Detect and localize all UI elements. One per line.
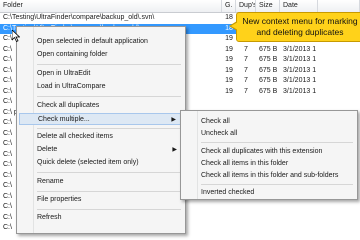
dups-cell: [236, 223, 256, 233]
column-header-date[interactable]: Date: [280, 0, 318, 12]
menu-item-open-default-app[interactable]: Open selected in default application: [35, 36, 183, 48]
menu-item-check-multiple[interactable]: Check multiple... ▶: [19, 113, 183, 125]
menu-separator: [37, 96, 181, 97]
menu-separator: [37, 209, 181, 210]
mouse-cursor-icon: [12, 30, 20, 42]
submenu-separator: [201, 142, 353, 143]
menu-separator: [37, 128, 181, 129]
submenu-arrow-icon: ▶: [172, 147, 177, 153]
column-header-dups[interactable]: Dup's: [236, 0, 256, 12]
size-cell: [256, 97, 280, 107]
menu-item-open-ultraedit[interactable]: Open in UltraEdit: [35, 68, 183, 80]
group-cell: [222, 213, 236, 223]
submenu-item-check-folder[interactable]: Check all items in this folder: [201, 158, 288, 169]
date-cell: [280, 202, 318, 212]
dups-cell: 7: [244, 45, 248, 53]
size-cell: 675 B: [259, 87, 278, 95]
date-cell: [280, 223, 318, 233]
size-cell: 675 B: [259, 77, 278, 84]
submenu-item-uncheck-all[interactable]: Uncheck all: [201, 128, 237, 139]
folder-cell: C:\Testing\UltraFinder\compare\backup_ol…: [3, 14, 155, 21]
submenu-item-check-by-extension[interactable]: Check all duplicates with this extension: [201, 146, 322, 157]
date-cell: [280, 213, 318, 223]
menu-separator: [37, 191, 181, 192]
menu-item-rename[interactable]: Rename: [35, 176, 183, 188]
submenu-item-inverted-checked[interactable]: Inverted checked: [201, 187, 254, 198]
context-menu: Open selected in default application Ope…: [16, 26, 186, 234]
date-cell: [280, 97, 318, 107]
group-cell: 19: [225, 35, 233, 42]
dups-cell: 7: [244, 77, 248, 84]
callout-tooltip: New context menu for marking and deletin…: [229, 12, 360, 42]
date-cell: 3/1/2013 1: [283, 87, 317, 95]
menu-item-check-multiple-label: Check multiple...: [38, 116, 90, 123]
menu-item-delete-label: Delete: [37, 146, 58, 153]
column-header-folder[interactable]: Folder: [0, 0, 222, 12]
size-cell: [256, 223, 280, 233]
size-cell: 675 B: [259, 45, 278, 53]
dups-cell: [236, 202, 256, 212]
dups-cell: [236, 213, 256, 223]
group-cell: 19: [225, 66, 233, 74]
check-multiple-submenu: Check all Uncheck all Check all duplicat…: [180, 110, 358, 200]
group-cell: 19: [225, 56, 233, 63]
group-cell: [222, 223, 236, 233]
menu-separator: [37, 172, 181, 173]
menu-item-check-all-duplicates[interactable]: Check all duplicates: [35, 100, 183, 112]
dups-cell: 7: [244, 66, 248, 74]
dups-cell: 7: [244, 56, 248, 63]
size-cell: [256, 213, 280, 223]
submenu-gutter: [181, 111, 198, 199]
date-cell: 3/1/2013 1: [283, 56, 317, 63]
menu-item-file-properties[interactable]: File properties: [35, 194, 183, 206]
size-cell: [256, 202, 280, 212]
menu-item-open-containing-folder[interactable]: Open containing folder: [35, 49, 183, 61]
group-cell: 19: [225, 77, 233, 84]
menu-item-load-ultracompare[interactable]: Load in UltraCompare: [35, 81, 183, 93]
column-header-size[interactable]: Size: [256, 0, 280, 12]
submenu-item-check-folder-subfolders[interactable]: Check all items in this folder and sub-f…: [201, 170, 338, 181]
menu-item-refresh[interactable]: Refresh: [35, 212, 183, 224]
group-cell: [222, 97, 236, 107]
menu-item-delete[interactable]: Delete ▶: [35, 144, 183, 156]
group-cell: 19: [225, 87, 233, 95]
size-cell: 675 B: [259, 66, 278, 74]
group-cell: 19: [225, 45, 233, 53]
size-cell: 675 B: [259, 56, 278, 63]
column-header-extra[interactable]: [318, 0, 360, 12]
menu-item-quick-delete[interactable]: Quick delete (selected item only): [35, 157, 183, 169]
dups-cell: [236, 97, 256, 107]
menu-item-delete-checked[interactable]: Delete all checked items: [35, 131, 183, 143]
submenu-arrow-icon: ▶: [171, 117, 176, 123]
submenu-item-check-all[interactable]: Check all: [201, 116, 230, 127]
date-cell: 3/1/2013 1: [283, 45, 317, 53]
date-cell: 3/1/2013 1: [283, 66, 317, 74]
dups-cell: 7: [244, 87, 248, 95]
column-header-group[interactable]: G.: [222, 0, 236, 12]
date-cell: 3/1/2013 1: [283, 77, 317, 84]
group-cell: [222, 202, 236, 212]
submenu-separator: [201, 184, 353, 185]
menu-separator: [37, 64, 181, 65]
menu-gutter: [17, 27, 34, 233]
